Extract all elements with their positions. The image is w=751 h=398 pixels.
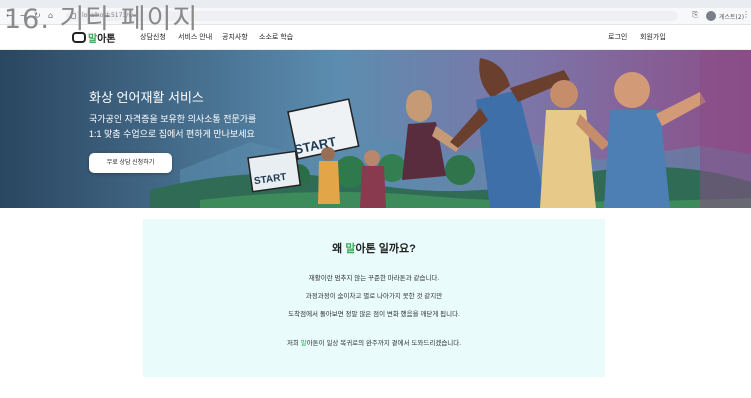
hero-subtitle-line2: 1:1 맞춤 수업으로 집에서 편하게 만나보세요 (89, 129, 255, 139)
share-icon[interactable]: ⎘ (692, 10, 698, 20)
why-title-suffix: 아톤 일까요? (355, 243, 416, 255)
why-line-4: 저희 말아톤이 일상 복귀로의 완주까지 곁에서 도와드리겠습니다. (143, 337, 605, 347)
why-line-3: 도착점에서 돌아보면 정말 많은 점이 변화 했음을 깨닫게 됩니다. (288, 311, 460, 318)
hero-subtitle-line1: 국가공인 자격증을 보유한 의사소통 전문가를 (89, 114, 257, 124)
why-title: 왜 말아톤 일까요? (143, 240, 605, 256)
free-consult-button[interactable]: 무료 상담 신청하기 (89, 153, 172, 173)
why-section: 왜 말아톤 일까요? 재활이란 멈추지 않는 꾸준한 마라톤과 같습니다. 과정… (143, 219, 605, 377)
overlay-page-title: 16. 기타 페이지 (4, 4, 199, 35)
nav-notice[interactable]: 공지사항 (222, 32, 248, 42)
why-title-accent: 말 (345, 243, 356, 255)
nav-learning[interactable]: 소소로 학습 (259, 32, 293, 42)
login-link[interactable]: 로그인 (608, 32, 627, 42)
why-line-1: 재활이란 멈추지 않는 꾸준한 마라톤과 같습니다. (308, 275, 440, 282)
hero-banner: START START 화상 언어재활 서비스 국가공인 자격증을 보유한 의사… (0, 50, 751, 208)
signup-link[interactable]: 회원가입 (640, 32, 666, 42)
profile-icon[interactable] (706, 11, 716, 21)
why-line-2: 과정과정이 숨이차고 별로 나아가지 못한 것 같지만 (305, 293, 443, 300)
why-line-4-prefix: 저희 (286, 340, 301, 347)
kebab-menu-icon[interactable]: ⋮ (742, 10, 750, 19)
hero-subtitle: 국가공인 자격증을 보유한 의사소통 전문가를 1:1 맞춤 수업으로 집에서 … (89, 112, 289, 142)
why-line-4-suffix: 아톤이 일상 복귀로의 완주까지 곁에서 도와드리겠습니다. (306, 340, 462, 347)
hero-title: 화상 언어재활 서비스 (89, 90, 204, 105)
why-title-prefix: 왜 (332, 243, 346, 255)
profile-label[interactable]: 게스트(2) (719, 12, 744, 21)
